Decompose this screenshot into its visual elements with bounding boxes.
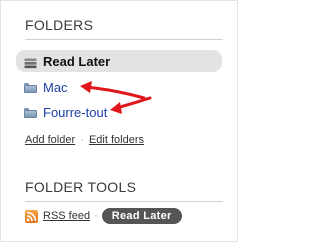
folder-item-label: Read Later (43, 53, 111, 69)
folder-item-fourre-tout[interactable]: Fourre-tout (16, 100, 222, 125)
folders-divider (25, 39, 223, 40)
add-folder-link[interactable]: Add folder (25, 134, 75, 146)
edit-folders-link[interactable]: Edit folders (89, 134, 144, 146)
stack-icon (24, 56, 37, 69)
separator-dot: · (94, 210, 98, 222)
folder-icon (24, 107, 37, 118)
folders-heading: FOLDERS (25, 17, 94, 33)
read-later-bookmarklet-button[interactable]: Read Later (101, 208, 182, 224)
folder-item-read-later[interactable]: Read Later (16, 50, 222, 72)
folder-actions: Add folder · Edit folders (25, 134, 144, 146)
separator-dot: · (80, 134, 84, 146)
rss-feed-link[interactable]: RSS feed (43, 210, 90, 222)
folder-list: Read Later Mac Fourre-tout (16, 50, 222, 125)
folder-tools-divider (25, 201, 223, 202)
folder-tools-heading: FOLDER TOOLS (25, 179, 137, 195)
folder-item-label: Mac (43, 80, 68, 95)
folder-item-mac[interactable]: Mac (16, 75, 222, 100)
folder-item-label: Fourre-tout (43, 105, 108, 120)
rss-icon[interactable] (25, 209, 38, 223)
folder-tools-row: RSS feed · Read Later (25, 208, 182, 224)
folder-icon (24, 82, 37, 93)
